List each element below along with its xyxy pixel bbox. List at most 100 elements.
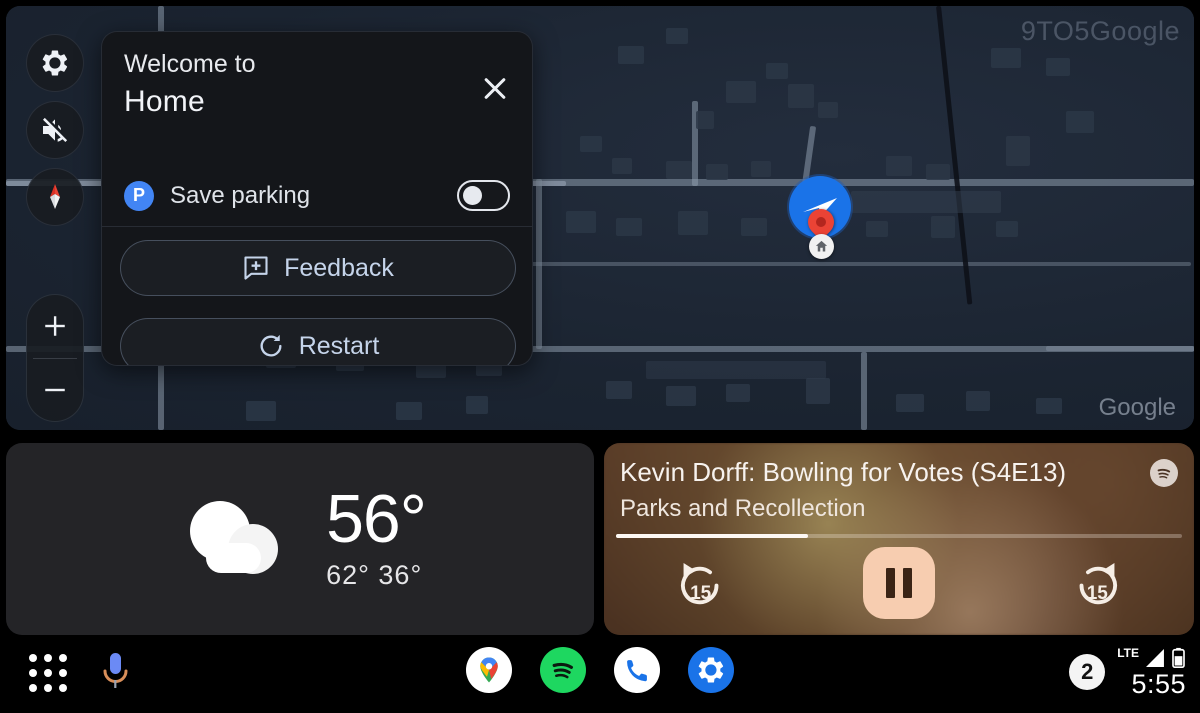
clock: 5:55 [1131, 669, 1186, 699]
map-attribution: Google [1098, 394, 1176, 421]
restart-icon [260, 334, 282, 357]
app-icon-spotify[interactable] [540, 647, 586, 693]
parking-icon: P [124, 180, 154, 211]
map-building [1006, 136, 1030, 166]
map-building [726, 81, 756, 103]
speaker-muted-icon [43, 117, 68, 142]
map-building [931, 216, 955, 238]
map-building [726, 384, 750, 402]
dock-apps [0, 647, 1200, 693]
map-building [766, 63, 788, 79]
map-building [788, 84, 814, 108]
feedback-button-label: Feedback [284, 253, 394, 282]
zoom-in-button[interactable] [27, 295, 83, 358]
signal-bars-icon [1146, 649, 1164, 667]
gear-icon [42, 50, 68, 76]
media-controls: 15 15 [604, 541, 1194, 625]
rewind-15-button[interactable]: 15 [670, 552, 732, 614]
pause-icon [885, 568, 895, 598]
map-road [861, 352, 867, 430]
spotify-glyph-icon [1157, 468, 1171, 479]
weather-icon [174, 497, 292, 581]
restart-button[interactable]: Restart [120, 318, 516, 365]
dialog-title-line1: Welcome to [124, 50, 256, 78]
map-building [1066, 111, 1094, 133]
map-building [851, 191, 1001, 213]
map-building [566, 211, 596, 233]
map-building [246, 401, 276, 421]
forward-15-button[interactable]: 15 [1066, 552, 1128, 614]
map-building [706, 164, 728, 180]
map-building [666, 386, 696, 406]
system-status: LTE 5:55 [1117, 645, 1186, 698]
battery-icon [1172, 647, 1185, 668]
notification-badge[interactable]: 2 [1069, 653, 1106, 690]
map-marker-cluster[interactable] [789, 176, 859, 266]
toggle-knob [463, 186, 482, 205]
restart-button-label: Restart [298, 331, 380, 360]
map-building [1036, 398, 1062, 414]
map-building [1046, 58, 1070, 76]
system-icons-row: LTE [1117, 645, 1186, 669]
app-icon-maps[interactable] [466, 647, 512, 693]
feedback-icon [244, 256, 268, 280]
minus-icon [45, 388, 65, 391]
map-building [606, 381, 632, 399]
forward-seconds-label: 15 [1086, 583, 1108, 604]
home-marker[interactable] [809, 234, 834, 259]
map-zoom-controls [26, 294, 84, 422]
save-parking-row[interactable]: P Save parking [102, 165, 532, 227]
high-low-temperature: 62° 36° [326, 559, 423, 590]
map-building [818, 102, 838, 118]
map-building [926, 164, 950, 180]
map-building [866, 221, 888, 237]
dialog-close-button[interactable] [478, 72, 512, 106]
map-building [886, 156, 912, 176]
bottom-navigation-bar: 2 LTE 5:55 [0, 635, 1200, 713]
map-view[interactable]: 9TO5Google Google Welcome to Home P Save… [6, 6, 1194, 430]
zoom-out-button[interactable] [27, 359, 83, 422]
map-building [612, 158, 632, 174]
map-road [1046, 346, 1194, 351]
map-compass-button[interactable] [26, 168, 84, 226]
map-building [806, 378, 830, 404]
map-controls-rail [26, 34, 86, 235]
map-mute-button[interactable] [26, 101, 84, 159]
dialog-header: Welcome to Home [102, 32, 532, 119]
map-building [751, 161, 771, 177]
weather-card[interactable]: 56° 62° 36° [6, 443, 594, 635]
pause-icon [902, 568, 912, 598]
app-icon-phone[interactable] [614, 647, 660, 693]
media-title: Kevin Dorff: Bowling for Votes (S4E13) [620, 457, 1067, 487]
settings-gear-icon [698, 657, 724, 683]
app-icon-settings[interactable] [688, 647, 734, 693]
map-building [996, 221, 1018, 237]
welcome-home-dialog: Welcome to Home P Save parking Feedback … [101, 31, 533, 366]
google-maps-icon [480, 657, 498, 683]
feedback-button[interactable]: Feedback [120, 240, 516, 296]
weather-temps: 56° 62° 36° [326, 485, 427, 591]
media-player-card[interactable]: Kevin Dorff: Bowling for Votes (S4E13) P… [604, 443, 1194, 635]
map-building [966, 391, 990, 411]
map-settings-button[interactable] [26, 34, 84, 92]
play-pause-button[interactable] [862, 547, 935, 619]
map-building [896, 394, 924, 412]
map-building [646, 361, 826, 379]
network-type-label: LTE [1117, 646, 1139, 660]
media-progress-fill [616, 534, 809, 538]
map-building [678, 211, 708, 235]
spotify-icon [1150, 459, 1178, 487]
map-building [991, 48, 1021, 68]
map-building [618, 46, 644, 64]
save-parking-label: Save parking [170, 181, 311, 209]
status-cluster: 2 LTE 5:55 [1069, 645, 1186, 698]
map-building [666, 161, 692, 179]
save-parking-toggle[interactable] [457, 180, 510, 211]
compass-icon [50, 184, 60, 209]
home-icon [815, 240, 828, 252]
media-progress-bar[interactable] [616, 534, 1182, 538]
android-auto-screen: 9TO5Google Google Welcome to Home P Save… [0, 0, 1200, 713]
map-building [466, 396, 488, 414]
phone-icon [627, 660, 647, 682]
map-building [696, 111, 714, 129]
